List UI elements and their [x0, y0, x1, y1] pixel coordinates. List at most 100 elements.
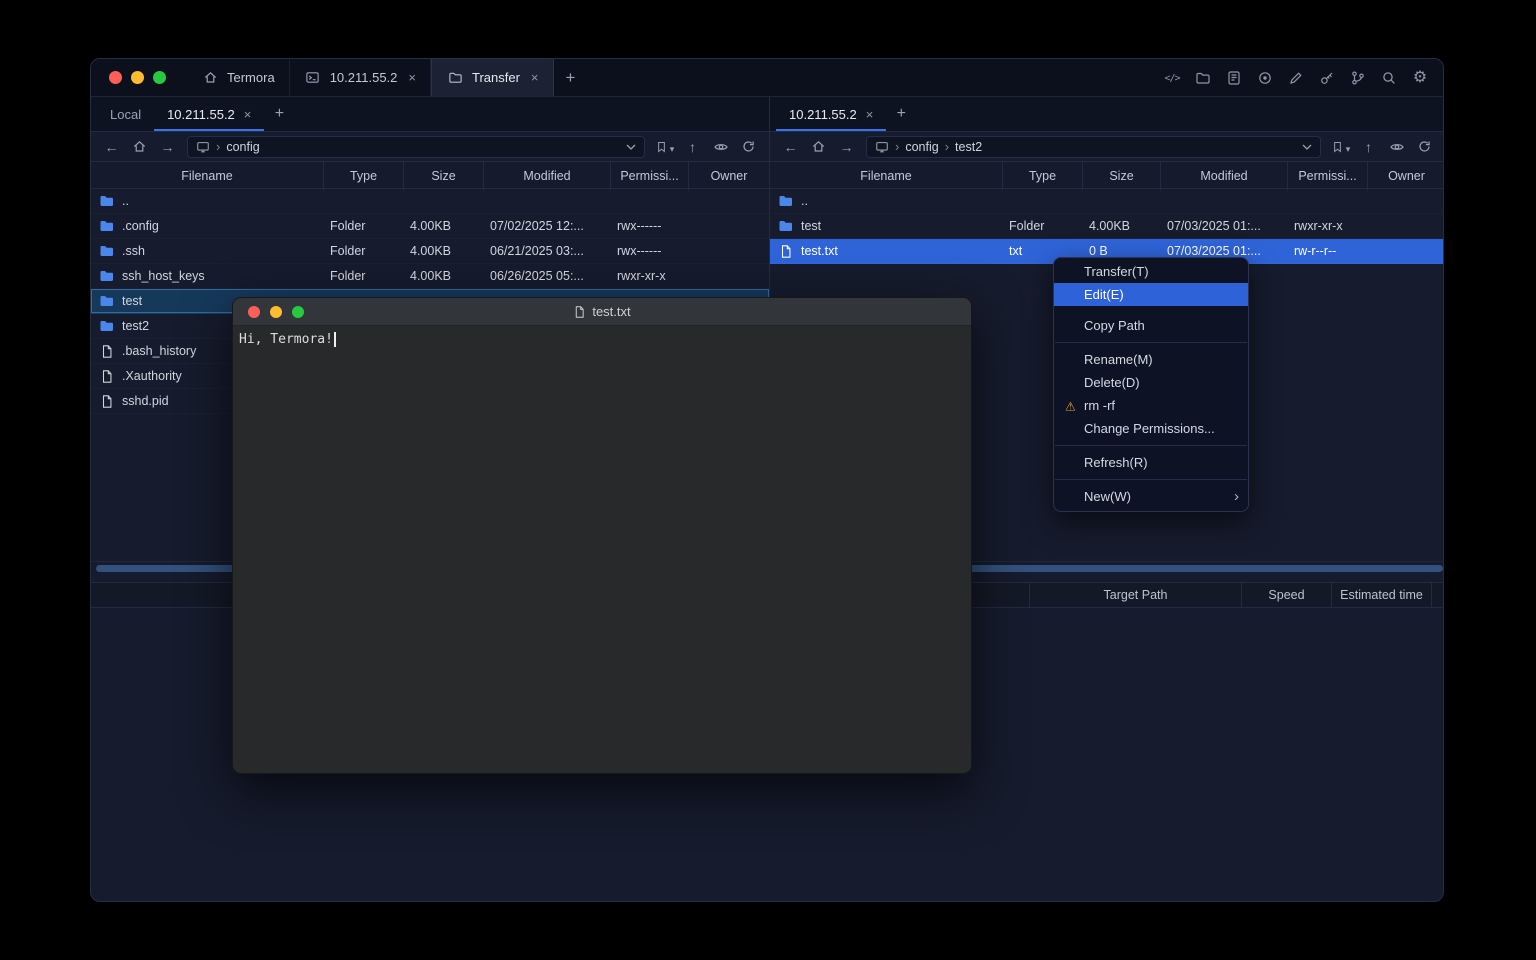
- bookmark-button[interactable]: [1328, 135, 1353, 159]
- file-row[interactable]: .ssh Folder 4.00KB 06/21/2025 03:... rwx…: [91, 239, 769, 264]
- path-field-right[interactable]: config test2: [866, 136, 1321, 158]
- chevron-down-icon[interactable]: [1302, 144, 1312, 150]
- column-type[interactable]: Type: [1003, 162, 1083, 190]
- tab-transfer[interactable]: Transfer ×: [431, 59, 554, 96]
- forward-button[interactable]: [834, 135, 859, 159]
- path-field-left[interactable]: config: [187, 136, 645, 158]
- zoom-window-button[interactable]: [153, 71, 166, 84]
- search-icon[interactable]: [1380, 69, 1398, 87]
- file-row[interactable]: .config Folder 4.00KB 07/02/2025 12:... …: [91, 214, 769, 239]
- code-icon[interactable]: </>: [1163, 69, 1181, 87]
- file-name: .bash_history: [122, 344, 196, 358]
- file-row[interactable]: ..: [770, 189, 1444, 214]
- tab-label: 10.211.55.2: [167, 107, 235, 122]
- editor-text: Hi, Termora!: [239, 332, 333, 347]
- menu-item-refresh[interactable]: Refresh(R): [1054, 451, 1248, 474]
- breadcrumb-segment[interactable]: test2: [955, 140, 982, 154]
- new-tab-button[interactable]: +: [554, 59, 588, 96]
- breadcrumb-segment[interactable]: config: [905, 140, 938, 154]
- file-name: test: [122, 294, 142, 308]
- column-estimated-time[interactable]: Estimated time: [1331, 583, 1431, 607]
- minimize-window-button[interactable]: [131, 71, 144, 84]
- tab-remote-right[interactable]: 10.211.55.2 ×: [776, 97, 886, 131]
- home-button[interactable]: [127, 135, 152, 159]
- file-list-right: .. test Folder 4.00KB 07/03/2025 01:... …: [770, 189, 1444, 264]
- terminal-icon: [304, 69, 322, 87]
- close-icon[interactable]: ×: [244, 108, 252, 121]
- chevron-down-icon[interactable]: [626, 144, 636, 150]
- editor-title-text: test.txt: [592, 304, 630, 319]
- column-size[interactable]: Size: [404, 162, 484, 190]
- column-permissions[interactable]: Permissi...: [611, 162, 689, 190]
- key-icon[interactable]: [1318, 69, 1336, 87]
- editor-titlebar[interactable]: test.txt: [233, 298, 971, 326]
- forward-button[interactable]: [155, 135, 180, 159]
- editor-body[interactable]: Hi, Termora!: [233, 326, 971, 353]
- chevron-right-icon: [1234, 488, 1239, 505]
- bookmark-button[interactable]: [652, 135, 677, 159]
- back-button[interactable]: [99, 135, 124, 159]
- breadcrumb-segment[interactable]: config: [226, 140, 259, 154]
- show-hidden-eye-button[interactable]: [1384, 135, 1409, 159]
- menu-item-delete[interactable]: Delete(D): [1054, 371, 1248, 394]
- column-owner[interactable]: Owner: [1368, 162, 1444, 190]
- file-row[interactable]: test Folder 4.00KB 07/03/2025 01:... rwx…: [770, 214, 1444, 239]
- back-button[interactable]: [778, 135, 803, 159]
- column-filename[interactable]: Filename: [770, 162, 1003, 190]
- file-tabs-right: 10.211.55.2 × +: [770, 97, 1444, 132]
- new-file-tab-button-left[interactable]: +: [264, 97, 294, 131]
- show-hidden-eye-button[interactable]: [708, 135, 733, 159]
- up-directory-button[interactable]: [1356, 135, 1381, 159]
- home-button[interactable]: [806, 135, 831, 159]
- file-icon: [99, 368, 115, 384]
- column-type[interactable]: Type: [324, 162, 404, 190]
- column-target-path[interactable]: Target Path: [1029, 583, 1241, 607]
- close-window-button[interactable]: [109, 71, 122, 84]
- column-modified[interactable]: Modified: [1161, 162, 1288, 190]
- journal-icon[interactable]: [1225, 69, 1243, 87]
- new-file-tab-button-right[interactable]: +: [886, 97, 916, 131]
- column-permissions[interactable]: Permissi...: [1288, 162, 1368, 190]
- file-table-header-left: Filename Type Size Modified Permissi... …: [91, 161, 769, 189]
- close-icon[interactable]: ×: [408, 71, 416, 84]
- up-directory-button[interactable]: [680, 135, 705, 159]
- minimize-window-button[interactable]: [270, 306, 282, 318]
- home-icon: [201, 69, 219, 87]
- close-icon[interactable]: ×: [866, 108, 874, 121]
- menu-item-rename[interactable]: Rename(M): [1054, 348, 1248, 371]
- refresh-button[interactable]: [1412, 135, 1437, 159]
- folder-icon: [99, 218, 115, 234]
- menu-item-rm-rf[interactable]: rm -rf: [1054, 394, 1248, 417]
- pencil-icon[interactable]: [1287, 69, 1305, 87]
- file-row[interactable]: ssh_host_keys Folder 4.00KB 06/26/2025 0…: [91, 264, 769, 289]
- folder-icon: [778, 193, 794, 209]
- close-window-button[interactable]: [248, 306, 260, 318]
- tab-local[interactable]: Local: [97, 97, 154, 131]
- column-modified[interactable]: Modified: [484, 162, 611, 190]
- git-branch-icon[interactable]: [1349, 69, 1367, 87]
- tab-terminal-session[interactable]: 10.211.55.2 ×: [290, 59, 431, 96]
- file-name: .ssh: [122, 244, 145, 258]
- menu-item-change-permissions[interactable]: Change Permissions...: [1054, 417, 1248, 440]
- tab-remote-left[interactable]: 10.211.55.2 ×: [154, 97, 264, 131]
- column-size[interactable]: Size: [1083, 162, 1161, 190]
- menu-item-new[interactable]: New(W): [1054, 485, 1248, 508]
- folder-icon[interactable]: [1194, 69, 1212, 87]
- tab-termora[interactable]: Termora: [187, 59, 290, 96]
- menu-item-transfer[interactable]: Transfer(T): [1054, 260, 1248, 283]
- file-table-header-right: Filename Type Size Modified Permissi... …: [770, 161, 1444, 189]
- tab-label: Transfer: [472, 70, 520, 85]
- settings-gear-icon[interactable]: [1411, 69, 1429, 87]
- file-name: test: [801, 219, 821, 233]
- menu-item-edit[interactable]: Edit(E): [1054, 283, 1248, 306]
- record-icon[interactable]: [1256, 69, 1274, 87]
- breadcrumb-separator: [216, 139, 220, 154]
- column-filename[interactable]: Filename: [91, 162, 324, 190]
- zoom-window-button[interactable]: [292, 306, 304, 318]
- refresh-button[interactable]: [736, 135, 761, 159]
- column-owner[interactable]: Owner: [689, 162, 769, 190]
- close-icon[interactable]: ×: [531, 71, 539, 84]
- column-speed[interactable]: Speed: [1241, 583, 1331, 607]
- menu-item-copy-path[interactable]: Copy Path: [1054, 314, 1248, 337]
- file-row[interactable]: ..: [91, 189, 769, 214]
